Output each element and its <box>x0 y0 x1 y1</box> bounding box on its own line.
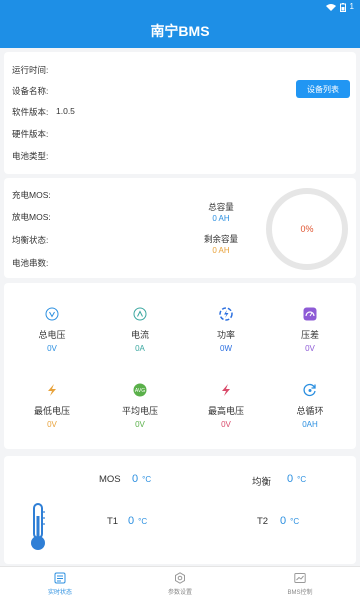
metric-value: 0AH <box>302 420 318 429</box>
software-version-label: 软件版本: <box>12 107 49 117</box>
metric-label: 最低电压 <box>33 406 70 416</box>
tab-label: BMS控制 <box>287 589 313 596</box>
battery-icon <box>339 2 346 12</box>
balance-state-label: 均衡状态: <box>12 235 49 245</box>
wifi-icon <box>325 4 336 11</box>
battery-level-text: 1 <box>349 2 354 11</box>
charge-mos-label: 充电MOS: <box>12 190 51 200</box>
battery-type-label: 电池类型: <box>12 151 49 161</box>
temp-unit: °C <box>297 475 307 484</box>
t1-temp-label: T1 <box>107 516 119 527</box>
tab-label: 实时状态 <box>47 589 72 596</box>
metric-total-cycle: 总循环 0AH <box>270 383 350 429</box>
status-bar: 1 <box>0 0 360 14</box>
metric-lowest-voltage: 最低电压 0V <box>12 383 92 429</box>
cycle-icon <box>303 383 316 397</box>
status-icons: 1 <box>325 2 354 12</box>
discharge-mos-label: 放电MOS: <box>12 212 51 222</box>
svg-text:AVG: AVG <box>135 388 145 394</box>
t1-temp-number: 0 <box>128 515 135 527</box>
temp-unit: °C <box>290 517 300 526</box>
metric-label: 平均电压 <box>121 406 158 416</box>
mos-temp-number: 0 <box>132 473 139 485</box>
t2-temp-value: 0 °C <box>280 515 299 527</box>
temperature-card: MOS 0 °C 均衡 0 °C T1 0 °C T2 0 °C <box>4 456 356 564</box>
page-title: 南宁BMS <box>150 23 210 39</box>
metric-pressure-diff: 压差 0V <box>270 307 350 353</box>
balance-temp-label: 均衡 <box>252 477 272 488</box>
cell-count-label: 电池串数: <box>12 258 49 268</box>
highest-voltage-icon <box>222 384 230 396</box>
device-name-label: 设备名称: <box>12 86 49 96</box>
metric-value: 0W <box>220 344 232 353</box>
mos-temp-label: MOS <box>99 474 121 485</box>
voltage-icon <box>45 307 59 321</box>
metric-label: 总电压 <box>38 330 66 340</box>
mos-temp-value: 0 °C <box>132 473 151 485</box>
average-voltage-icon: AVG <box>133 383 147 397</box>
temp-unit: °C <box>142 475 152 484</box>
balance-temp-value: 0 °C <box>287 473 306 485</box>
metric-label: 压差 <box>300 330 319 340</box>
runtime-label: 运行时间: <box>12 65 49 75</box>
metric-power: 功率 0W <box>186 307 266 353</box>
temp-unit: °C <box>138 517 148 526</box>
bottom-tab-bar: 实时状态 参数设置 BMS控制 <box>0 566 360 600</box>
metric-value: 0V <box>305 344 315 353</box>
metric-value: 0V <box>135 420 145 429</box>
metric-average-voltage: AVG 平均电压 0V <box>100 383 180 429</box>
tab-bms-control[interactable]: BMS控制 <box>240 567 360 600</box>
chart-icon <box>294 572 306 583</box>
total-capacity-label: 总容量 <box>208 202 234 212</box>
current-icon <box>133 307 147 321</box>
t2-temp-label: T2 <box>257 516 269 527</box>
software-version-value: 1.0.5 <box>56 106 75 116</box>
remaining-capacity-label: 剩余容量 <box>203 234 238 244</box>
t1-temp-value: 0 °C <box>128 515 147 527</box>
metric-label: 电流 <box>130 330 149 340</box>
tab-parameter-settings[interactable]: 参数设置 <box>120 567 240 600</box>
pressure-diff-icon <box>303 307 317 321</box>
device-list-button[interactable]: 设备列表 <box>296 80 350 98</box>
metrics-card: 总电压 0V 电流 0A 功率 0W 压差 0V 最低电压 0V AVG 平均电… <box>4 283 356 449</box>
metric-label: 最高电压 <box>207 406 244 416</box>
app-bar: 南宁BMS <box>0 14 360 48</box>
metric-highest-voltage: 最高电压 0V <box>186 383 266 429</box>
soc-percent: 0% <box>300 224 314 234</box>
metric-value: 0V <box>47 420 57 429</box>
realtime-status-icon <box>54 572 66 583</box>
balance-temp-number: 0 <box>287 473 294 485</box>
metric-value: 0A <box>135 344 145 353</box>
tab-realtime-status[interactable]: 实时状态 <box>0 567 120 600</box>
power-icon <box>219 307 233 321</box>
total-capacity-value: 0 AH <box>212 214 230 223</box>
lowest-voltage-icon <box>48 384 56 396</box>
soc-ring: 0% <box>266 188 348 270</box>
tab-label: 参数设置 <box>167 589 192 596</box>
t2-temp-number: 0 <box>280 515 287 527</box>
remaining-capacity-value: 0 AH <box>212 246 230 255</box>
hardware-version-label: 硬件版本: <box>12 129 49 139</box>
thermometer-icon <box>31 503 45 550</box>
metric-current: 电流 0A <box>100 307 180 353</box>
device-info-card: 运行时间: 设备名称: 设备列表 软件版本: 1.0.5 硬件版本: 电池类型: <box>4 52 356 174</box>
metric-label: 总循环 <box>296 406 324 416</box>
metric-value: 0V <box>221 420 231 429</box>
metric-label: 功率 <box>216 330 235 340</box>
battery-status-card: 充电MOS: 放电MOS: 均衡状态: 电池串数: 总容量 0 AH 剩余容量 … <box>4 178 356 278</box>
settings-icon <box>175 571 185 584</box>
metric-value: 0V <box>47 344 57 353</box>
metric-total-voltage: 总电压 0V <box>12 307 92 353</box>
